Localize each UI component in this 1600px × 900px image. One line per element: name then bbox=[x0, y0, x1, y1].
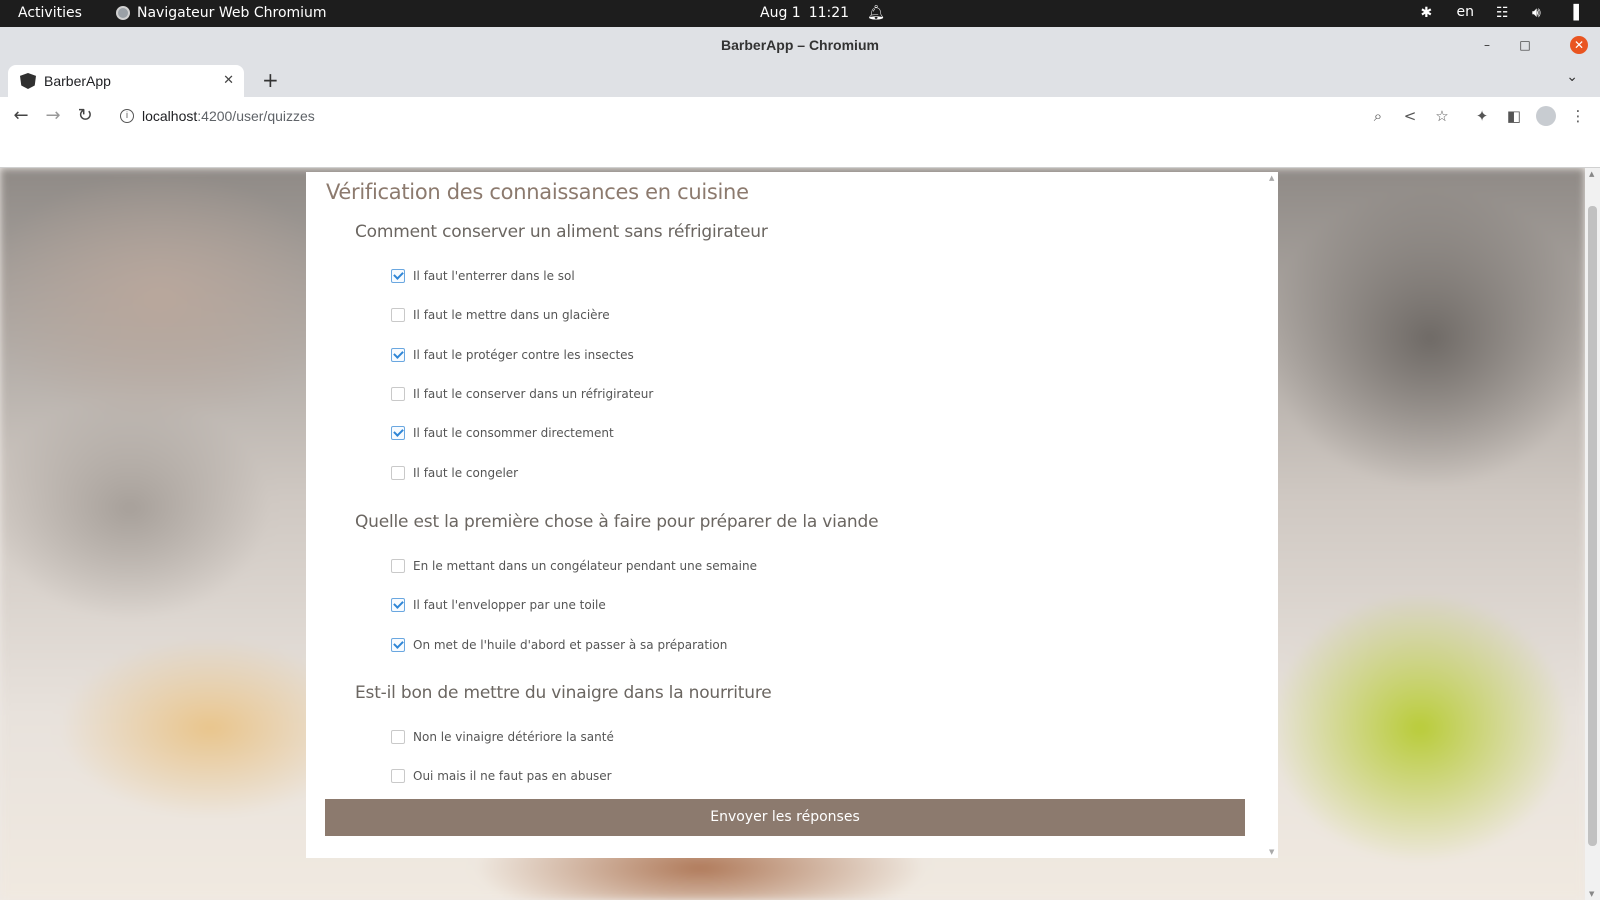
checkbox[interactable] bbox=[391, 387, 405, 401]
network-icon[interactable]: ☷ bbox=[1496, 5, 1510, 21]
checkbox[interactable] bbox=[391, 466, 405, 480]
chevron-down-icon[interactable]: ⌄ bbox=[1566, 69, 1578, 85]
bookmark-bar bbox=[0, 135, 1600, 168]
answer-option[interactable]: Il faut le protéger contre les insectes bbox=[391, 348, 634, 362]
language-indicator[interactable]: en bbox=[1457, 4, 1475, 20]
close-tab-icon[interactable]: ✕ bbox=[223, 72, 234, 88]
checkbox[interactable] bbox=[391, 769, 405, 783]
forward-icon[interactable]: → bbox=[42, 105, 64, 127]
checkbox[interactable] bbox=[391, 638, 405, 652]
clock[interactable]: Aug 1 11:21 🔔︎ bbox=[760, 5, 885, 21]
answer-label: Il faut le congeler bbox=[413, 466, 519, 480]
answer-label: Il faut l'envelopper par une toile bbox=[413, 598, 606, 612]
tab-strip: BarberApp ✕ + ⌄ bbox=[0, 63, 1600, 97]
answer-label: Il faut le protéger contre les insectes bbox=[413, 348, 634, 362]
answer-option[interactable]: Il faut le conserver dans un réfrigirate… bbox=[391, 387, 653, 401]
submit-answers-button[interactable]: Envoyer les réponses bbox=[325, 799, 1245, 836]
bell-icon: 🔔︎ bbox=[867, 5, 885, 21]
reload-icon[interactable]: ↻ bbox=[74, 105, 96, 127]
angular-favicon-icon bbox=[20, 73, 36, 89]
zoom-icon[interactable]: ⌕ bbox=[1368, 106, 1388, 126]
url-host: localhost bbox=[142, 108, 198, 124]
new-tab-icon[interactable]: + bbox=[262, 68, 279, 92]
quiz-card: Vérification des connaissances en cuisin… bbox=[306, 172, 1278, 858]
checkbox[interactable] bbox=[391, 559, 405, 573]
more-menu-icon[interactable]: ⋮ bbox=[1568, 106, 1588, 126]
chromium-icon bbox=[116, 6, 130, 20]
answer-option[interactable]: Il faut le congeler bbox=[391, 466, 518, 480]
answer-label: On met de l'huile d'abord et passer à sa… bbox=[413, 638, 728, 652]
app-menu[interactable]: Navigateur Web Chromium bbox=[116, 5, 327, 21]
checkbox[interactable] bbox=[391, 269, 405, 283]
page-scrollbar[interactable]: ▲ ▼ bbox=[1585, 168, 1600, 900]
share-icon[interactable]: < bbox=[1400, 106, 1420, 126]
answer-label: Il faut le mettre dans un glacière bbox=[413, 308, 610, 322]
quiz-title: Vérification des connaissances en cuisin… bbox=[326, 180, 749, 204]
answer-label: Il faut le conserver dans un réfrigirate… bbox=[413, 387, 654, 401]
scroll-down-icon[interactable]: ▼ bbox=[1269, 848, 1274, 856]
minimize-icon[interactable]: – bbox=[1478, 36, 1496, 54]
back-icon[interactable]: ← bbox=[10, 105, 32, 127]
card-scrollbar[interactable]: ▲ ▼ bbox=[1266, 172, 1278, 858]
checkbox[interactable] bbox=[391, 598, 405, 612]
answer-label: Il faut l'enterrer dans le sol bbox=[413, 269, 575, 283]
window-title: BarberApp – Chromium bbox=[721, 37, 879, 53]
address-bar[interactable]: i localhost:4200/user/quizzes bbox=[108, 101, 1398, 131]
system-tray[interactable]: ✱ en ☷ 🔊︎ ▐ bbox=[1421, 4, 1583, 21]
question-title: Comment conserver un aliment sans réfrig… bbox=[355, 222, 768, 242]
window-title-bar: BarberApp – Chromium – □ ✕ bbox=[0, 27, 1600, 63]
answer-option[interactable]: Il faut le consommer directement bbox=[391, 426, 614, 440]
scroll-down-icon[interactable]: ▼ bbox=[1589, 890, 1594, 898]
answer-label: Il faut le consommer directement bbox=[413, 426, 614, 440]
question-title: Quelle est la première chose à faire pou… bbox=[355, 512, 879, 532]
activities-button[interactable]: Activities bbox=[18, 5, 82, 21]
url-path: :4200/user/quizzes bbox=[197, 108, 315, 124]
browser-toolbar: ← → ↻ i localhost:4200/user/quizzes ⌕ < … bbox=[0, 97, 1600, 135]
accessibility-icon[interactable]: ✱ bbox=[1421, 5, 1435, 21]
bookmark-star-icon[interactable]: ☆ bbox=[1432, 106, 1452, 126]
extensions-icon[interactable]: ✦ bbox=[1472, 106, 1492, 126]
answer-label: Oui mais il ne faut pas en abuser bbox=[413, 769, 612, 783]
clock-date: Aug 1 bbox=[760, 5, 801, 21]
tab-barberapp[interactable]: BarberApp ✕ bbox=[8, 65, 244, 97]
tab-title: BarberApp bbox=[44, 73, 111, 89]
answer-option[interactable]: Non le vinaigre détériore la santé bbox=[391, 730, 614, 744]
answer-option[interactable]: Il faut l'enterrer dans le sol bbox=[391, 269, 575, 283]
answer-option[interactable]: Oui mais il ne faut pas en abuser bbox=[391, 769, 612, 783]
answer-option[interactable]: Il faut le mettre dans un glacière bbox=[391, 308, 610, 322]
maximize-icon[interactable]: □ bbox=[1516, 36, 1534, 54]
checkbox[interactable] bbox=[391, 426, 405, 440]
answer-label: Non le vinaigre détériore la santé bbox=[413, 730, 614, 744]
answer-option[interactable]: Il faut l'envelopper par une toile bbox=[391, 598, 606, 612]
battery-icon[interactable]: ▐ bbox=[1568, 5, 1582, 21]
system-top-bar: Activities Navigateur Web Chromium Aug 1… bbox=[0, 0, 1600, 27]
checkbox[interactable] bbox=[391, 308, 405, 322]
clock-time: 11:21 bbox=[808, 5, 850, 21]
question-title: Est-il bon de mettre du vinaigre dans la… bbox=[355, 683, 772, 703]
checkbox[interactable] bbox=[391, 730, 405, 744]
scroll-up-icon[interactable]: ▲ bbox=[1589, 170, 1594, 178]
side-panel-icon[interactable]: ◧ bbox=[1504, 106, 1524, 126]
volume-icon[interactable]: 🔊︎ bbox=[1532, 5, 1546, 21]
app-menu-label: Navigateur Web Chromium bbox=[137, 5, 327, 21]
page-viewport: Vérification des connaissances en cuisin… bbox=[0, 168, 1585, 900]
site-info-icon[interactable]: i bbox=[120, 109, 134, 123]
close-window-icon[interactable]: ✕ bbox=[1570, 36, 1588, 54]
scroll-up-icon[interactable]: ▲ bbox=[1269, 174, 1274, 182]
profile-avatar-icon[interactable] bbox=[1536, 106, 1556, 126]
answer-option[interactable]: On met de l'huile d'abord et passer à sa… bbox=[391, 638, 727, 652]
answer-label: En le mettant dans un congélateur pendan… bbox=[413, 559, 757, 573]
answer-option[interactable]: En le mettant dans un congélateur pendan… bbox=[391, 559, 757, 573]
scrollbar-thumb[interactable] bbox=[1588, 206, 1597, 846]
checkbox[interactable] bbox=[391, 348, 405, 362]
